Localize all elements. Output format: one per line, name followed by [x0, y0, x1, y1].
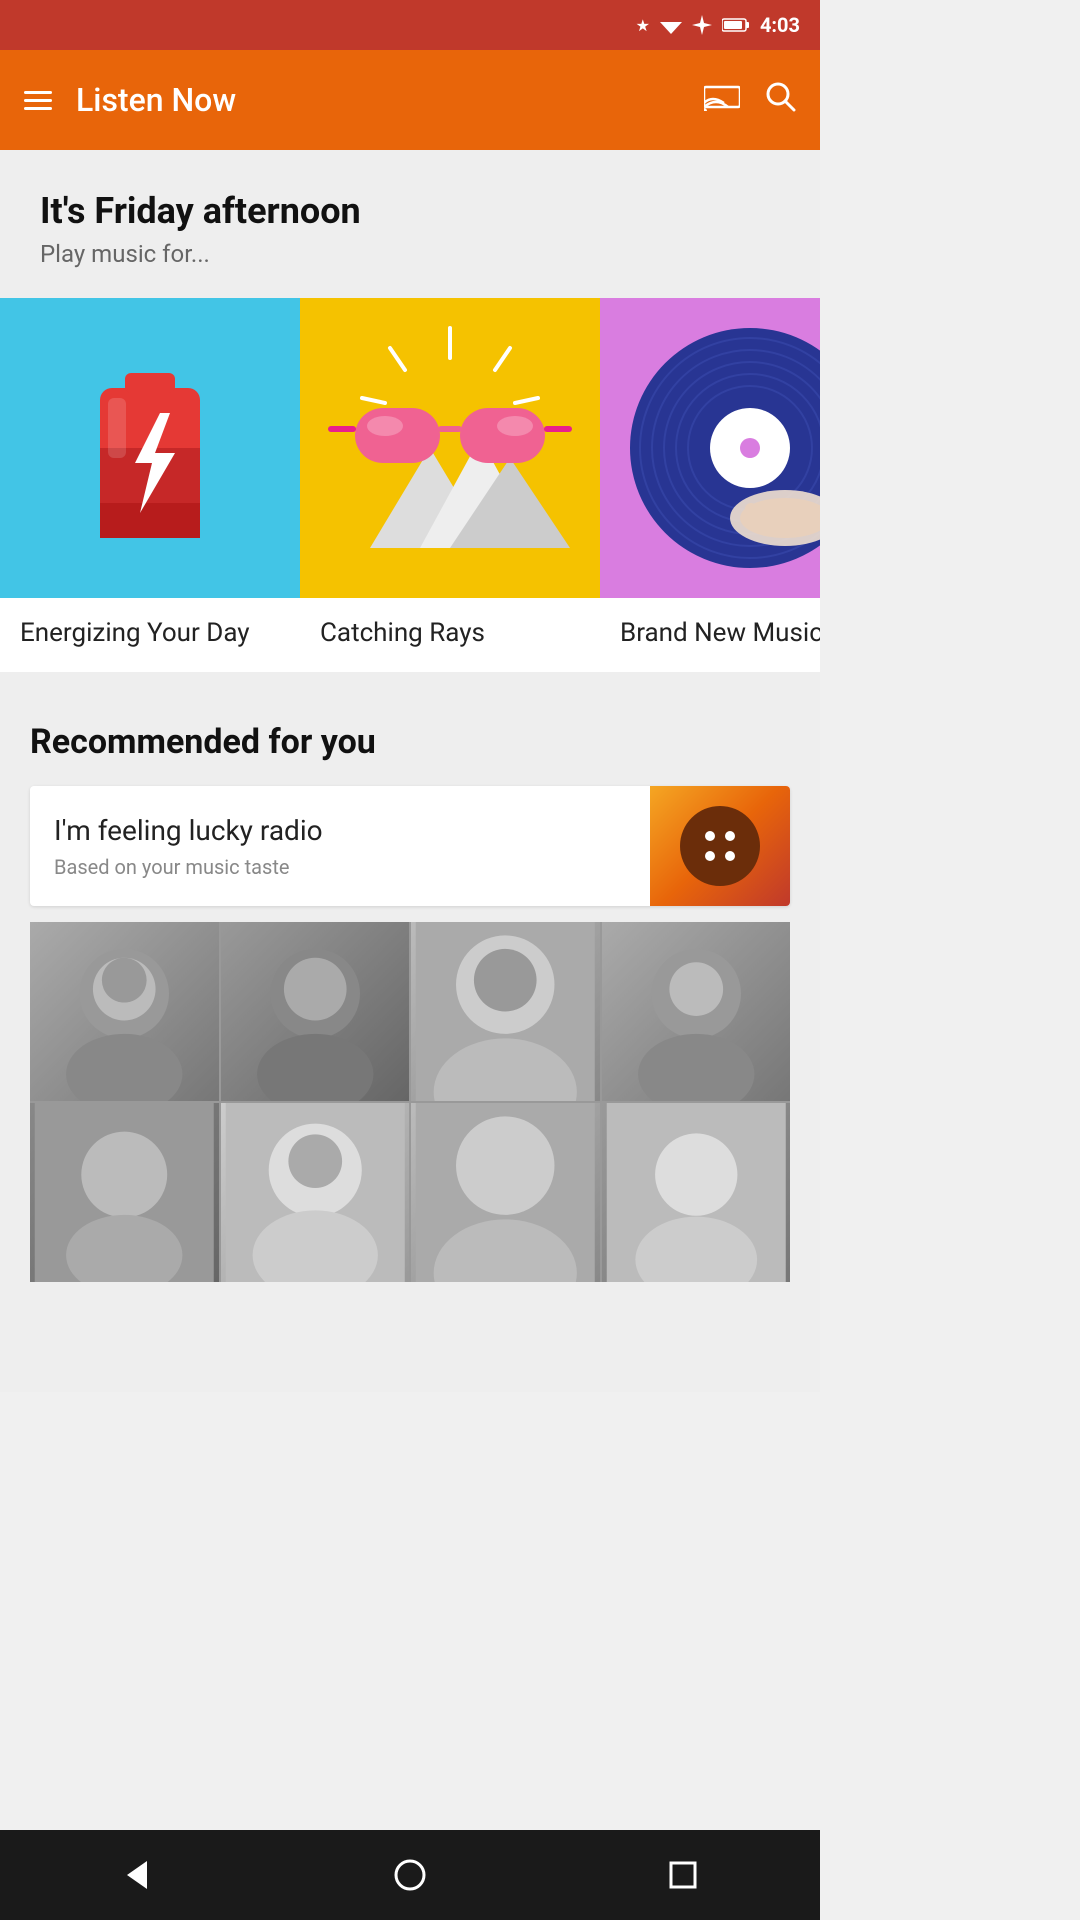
- band-cell-8: [602, 1103, 791, 1282]
- cast-icon-svg: [704, 83, 740, 111]
- band-cell-6: [221, 1103, 410, 1282]
- band-cell-7: [411, 1103, 600, 1282]
- playlist-art-energize: [0, 298, 300, 598]
- lucky-radio-art: [650, 786, 790, 906]
- dice-icon: [680, 806, 760, 886]
- band-photo-2: [221, 922, 410, 1101]
- band-cell-1: [30, 922, 219, 1101]
- playlist-card-catching[interactable]: Catching Rays: [300, 298, 600, 672]
- main-content: It's Friday afternoon Play music for...: [0, 150, 820, 1392]
- recent-icon: [665, 1857, 701, 1893]
- recent-button[interactable]: [653, 1845, 713, 1905]
- lucky-radio-text: I'm feeling lucky radio Based on your mu…: [30, 790, 650, 903]
- hamburger-line: [24, 107, 52, 110]
- hamburger-line: [24, 91, 52, 94]
- band-photo-6: [221, 1103, 410, 1282]
- menu-button[interactable]: [24, 91, 52, 110]
- band-photo-7: [411, 1103, 600, 1282]
- lucky-radio-subtitle: Based on your music taste: [54, 855, 626, 879]
- app-bar-actions: [704, 80, 796, 120]
- playlist-scroll: Energizing Your Day: [0, 298, 820, 672]
- recommended-section: Recommended for you I'm feeling lucky ra…: [0, 672, 820, 1302]
- battery-icon: [722, 17, 750, 33]
- playlist-card-brand[interactable]: Brand New Music: [600, 298, 820, 672]
- bands-mosaic[interactable]: [30, 922, 790, 1282]
- sunglasses-illustration: [310, 308, 590, 588]
- band-photo-4: [602, 922, 791, 1101]
- content-spacer: [0, 1302, 820, 1392]
- band-photo-5: [30, 1103, 219, 1282]
- playlist-art-catching: [300, 298, 600, 598]
- playlist-label-catching: Catching Rays: [300, 598, 600, 672]
- greeting-section: It's Friday afternoon Play music for...: [0, 190, 820, 298]
- greeting-title: It's Friday afternoon: [40, 190, 780, 232]
- app-bar: Listen Now: [0, 50, 820, 150]
- playlist-label-brand: Brand New Music: [600, 598, 820, 672]
- band-cell-5: [30, 1103, 219, 1282]
- airplane-icon: [692, 15, 712, 35]
- playlist-art-brand: [600, 298, 820, 598]
- status-bar: ★ 4:03: [0, 0, 820, 50]
- back-icon: [119, 1857, 155, 1893]
- star-icon: ★: [636, 16, 650, 35]
- playlist-card-energize[interactable]: Energizing Your Day: [0, 298, 300, 672]
- lucky-radio-card[interactable]: I'm feeling lucky radio Based on your mu…: [30, 786, 790, 906]
- vinyl-illustration: [610, 308, 820, 588]
- nav-bar: [0, 1830, 820, 1920]
- recommended-title: Recommended for you: [30, 722, 790, 762]
- cast-button[interactable]: [704, 83, 740, 118]
- band-photo-3: [411, 922, 600, 1101]
- greeting-subtitle: Play music for...: [40, 240, 780, 268]
- playlist-label-energize: Energizing Your Day: [0, 598, 300, 672]
- band-photo-1: [30, 922, 219, 1101]
- wifi-icon: [660, 16, 682, 34]
- status-icons: ★ 4:03: [636, 13, 800, 37]
- band-cell-2: [221, 922, 410, 1101]
- lucky-radio-title: I'm feeling lucky radio: [54, 814, 626, 847]
- band-photo-8: [602, 1103, 791, 1282]
- band-cell-3: [411, 922, 600, 1101]
- home-icon: [392, 1857, 428, 1893]
- status-time: 4:03: [760, 13, 800, 37]
- back-button[interactable]: [107, 1845, 167, 1905]
- hamburger-line: [24, 99, 52, 102]
- app-title: Listen Now: [76, 81, 704, 119]
- search-button[interactable]: [764, 80, 796, 120]
- home-button[interactable]: [380, 1845, 440, 1905]
- search-icon-svg: [764, 80, 796, 112]
- battery-illustration: [80, 348, 220, 548]
- band-cell-4: [602, 922, 791, 1101]
- dice-svg: [692, 818, 748, 874]
